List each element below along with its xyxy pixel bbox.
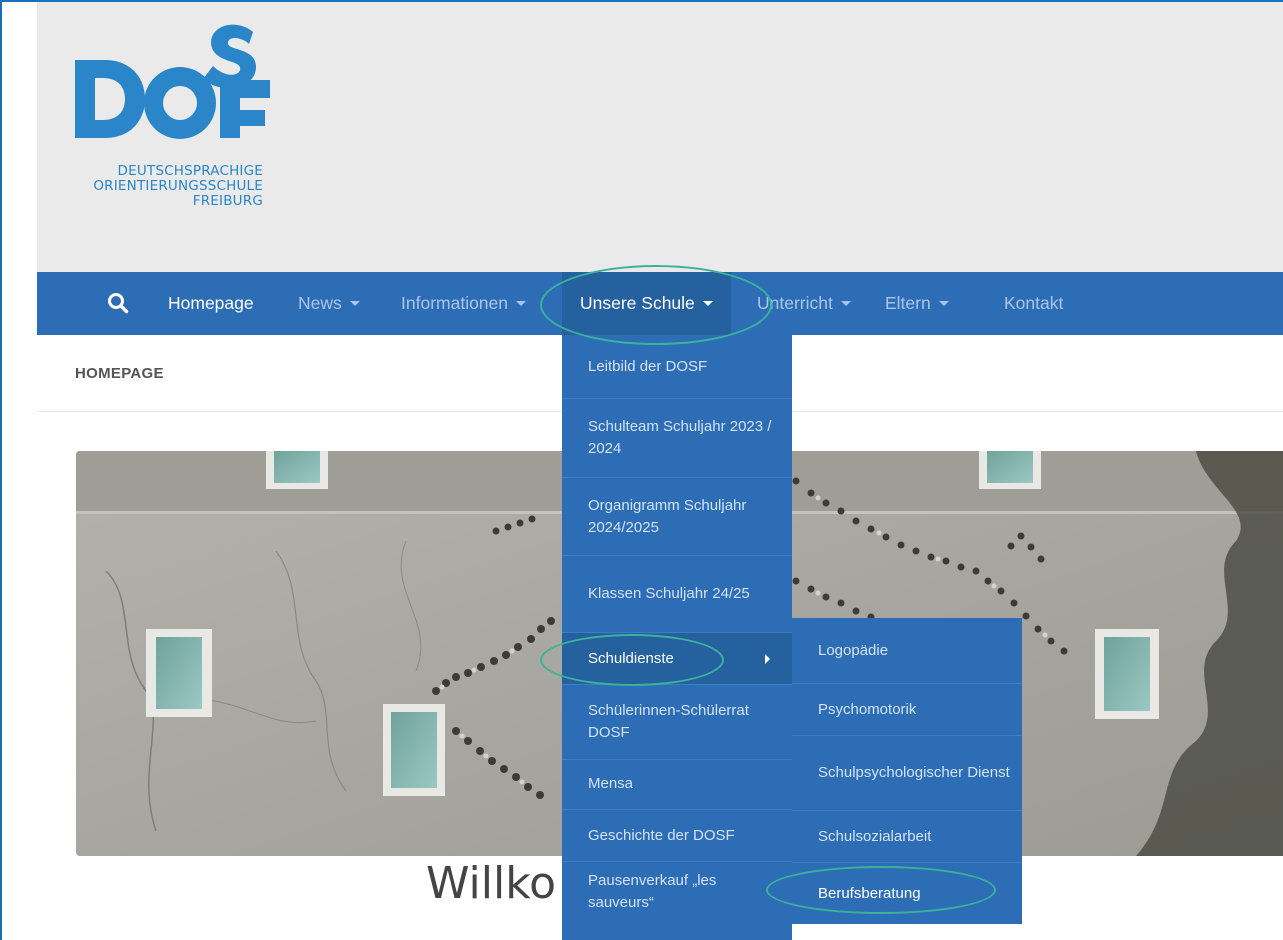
submenu2-label: Psychomotorik [818, 700, 917, 718]
chevron-down-icon [840, 300, 851, 306]
submenu-item-schulteam[interactable]: Schulteam Schuljahr 2023 / 2024 [562, 398, 792, 477]
nav-item-news[interactable]: News [298, 272, 360, 335]
submenu-label: Leitbild der DOSF [588, 357, 708, 375]
nav-item-informationen[interactable]: Informationen [401, 272, 527, 335]
submenu-item-schuelerrat[interactable]: Schülerinnen-Schülerrat DOSF [562, 684, 792, 759]
chevron-down-icon [516, 300, 527, 306]
breadcrumb: HOMEPAGE [75, 365, 164, 382]
chevron-down-icon [702, 300, 713, 306]
logo-line-2: ORIENTIERUNGSSCHULE [93, 178, 263, 194]
nav-item-homepage[interactable]: Homepage [168, 272, 254, 335]
welcome-heading: Willko [426, 858, 557, 909]
main-nav: Homepage News Informationen Unsere Schul… [37, 272, 1283, 335]
submenu-item-pausenverkauf[interactable]: Pausenverkauf „les sauveurs“ [562, 861, 792, 940]
dropdown-unsere-schule: Leitbild der DOSF Schulteam Schuljahr 20… [562, 335, 792, 940]
submenu-label: Schülerinnen-Schülerrat DOSF [588, 702, 749, 741]
nav-label-homepage: Homepage [168, 293, 254, 313]
submenu-item-klassen[interactable]: Klassen Schuljahr 24/25 [562, 555, 792, 632]
logo-line-3: FREIBURG [192, 193, 263, 209]
submenu-item-leitbild[interactable]: Leitbild der DOSF [562, 335, 792, 398]
search-icon[interactable] [107, 292, 129, 314]
submenu-label: Pausenverkauf „les sauveurs“ [588, 872, 717, 911]
nav-item-eltern[interactable]: Eltern [885, 272, 949, 335]
submenu2-item-psychomotorik[interactable]: Psychomotorik [792, 683, 1022, 735]
logo-text: DEUTSCHSPRACHIGE ORIENTIERUNGSSCHULE FRE… [75, 164, 263, 209]
chevron-down-icon [349, 300, 360, 306]
submenu2-label: Logopädie [818, 641, 889, 659]
submenu2-item-schulsozialarbeit[interactable]: Schulsozialarbeit [792, 810, 1022, 862]
nav-label-eltern: Eltern [885, 293, 931, 313]
submenu2-item-berufsberatung[interactable]: Berufsberatung [792, 862, 1022, 924]
submenu2-item-schulpsychologischer-dienst[interactable]: Schulpsychologischer Dienst [792, 735, 1022, 810]
submenu-item-geschichte[interactable]: Geschichte der DOSF [562, 809, 792, 861]
nav-item-kontakt[interactable]: Kontakt [1004, 272, 1063, 335]
nav-label-unterricht: Unterricht [757, 293, 833, 313]
logo-line-1: DEUTSCHSPRACHIGE [117, 163, 263, 179]
submenu-item-schuldienste[interactable]: Schuldienste [562, 632, 792, 684]
submenu2-label: Berufsberatung [818, 884, 921, 902]
nav-label-kontakt: Kontakt [1004, 293, 1064, 313]
submenu-label: Schuldienste [588, 649, 674, 667]
submenu-label: Schulteam Schuljahr 2023 / 2024 [588, 418, 772, 457]
nav-item-unterricht[interactable]: Unterricht [757, 272, 851, 335]
nav-item-unsere-schule[interactable]: Unsere Schule [562, 272, 731, 335]
submenu-item-mensa[interactable]: Mensa [562, 759, 792, 809]
submenu-label: Klassen Schuljahr 24/25 [588, 585, 750, 602]
submenu-item-organigramm[interactable]: Organigramm Schuljahr 2024/2025 [562, 477, 792, 555]
submenu-label: Geschichte der DOSF [588, 826, 735, 844]
site-header: DEUTSCHSPRACHIGE ORIENTIERUNGSSCHULE FRE… [37, 2, 1283, 272]
chevron-right-icon [765, 653, 770, 664]
submenu2-item-logopaedie[interactable]: Logopädie [792, 618, 1022, 683]
dropdown-schuldienste: Logopädie Psychomotorik Schulpsychologis… [792, 618, 1022, 924]
dosf-logo[interactable]: DEUTSCHSPRACHIGE ORIENTIERUNGSSCHULE FRE… [75, 22, 275, 232]
submenu-label: Mensa [588, 775, 634, 792]
submenu2-label: Schulsozialarbeit [818, 827, 932, 845]
chevron-down-icon [938, 300, 949, 306]
dosf-logo-mark [75, 24, 270, 139]
submenu2-label: Schulpsychologischer Dienst [818, 764, 1010, 781]
nav-label-news: News [298, 293, 342, 313]
nav-label-informationen: Informationen [401, 293, 509, 313]
nav-label-unsere-schule: Unsere Schule [580, 293, 695, 313]
submenu-label: Organigramm Schuljahr 2024/2025 [588, 496, 747, 536]
